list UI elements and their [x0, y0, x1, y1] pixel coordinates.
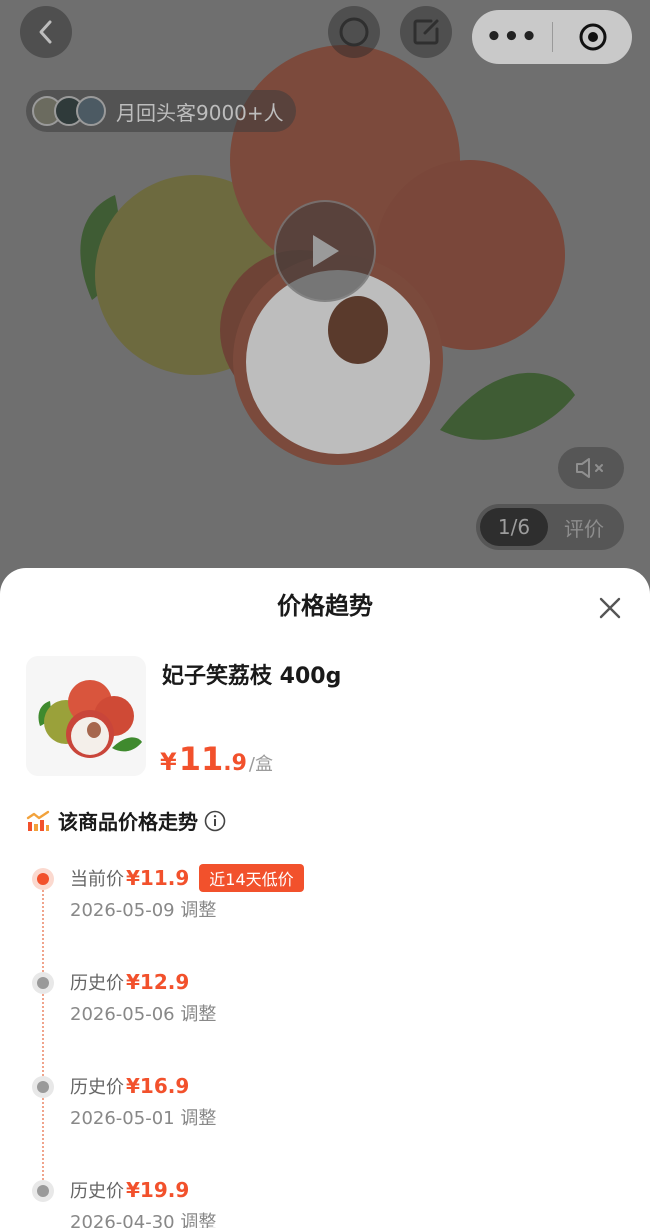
- trend-chart-icon: [26, 810, 50, 831]
- info-icon[interactable]: [204, 810, 226, 832]
- share-button[interactable]: [400, 6, 452, 58]
- price-label: 历史价: [70, 973, 124, 994]
- price-decimal: .9: [223, 751, 247, 776]
- product-price: ¥ 11 .9 /盒: [160, 740, 273, 778]
- timeline-dot: [32, 972, 54, 994]
- more-button[interactable]: •••: [472, 22, 552, 52]
- chevron-left-icon: [39, 20, 52, 44]
- lychee-thumbnail-icon: [38, 680, 142, 758]
- price-label: 当前价: [70, 869, 124, 890]
- price-value: ¥12.9: [126, 970, 190, 994]
- adjust-date: 2026-05-06 调整: [70, 1004, 217, 1025]
- back-button[interactable]: [20, 6, 72, 58]
- low-price-badge: 近14天低价: [199, 864, 304, 892]
- play-icon: [313, 235, 339, 267]
- review-tab[interactable]: 评价: [548, 513, 620, 542]
- timeline-item: 当前价 ¥11.9 近14天低价 2026-05-09 调整: [30, 862, 620, 942]
- target-icon: [579, 23, 606, 51]
- adjust-date: 2026-05-01 调整: [70, 1108, 217, 1129]
- mute-button[interactable]: [558, 447, 624, 489]
- product-media[interactable]: ••• 月回头客9000+人 1/6 评价: [0, 0, 650, 600]
- avatar: [76, 96, 106, 126]
- media-pager: 1/6 评价: [476, 504, 624, 550]
- close-program-button[interactable]: [553, 22, 632, 52]
- search-icon: [339, 17, 369, 47]
- trend-title: 该商品价格走势: [58, 810, 198, 834]
- price-value: ¥19.9: [126, 1178, 190, 1202]
- media-count[interactable]: 1/6: [480, 508, 548, 546]
- avatar-group: [32, 96, 106, 126]
- timeline-item: 历史价 ¥16.9 2026-05-01 调整: [30, 1070, 620, 1150]
- timeline-item: 历史价 ¥12.9 2026-05-06 调整: [30, 966, 620, 1046]
- product-thumbnail: [26, 656, 146, 776]
- repurchase-text: 月回头客9000+人: [116, 100, 284, 125]
- play-video-button[interactable]: [274, 200, 376, 302]
- adjust-date: 2026-05-09 调整: [70, 900, 217, 921]
- repurchase-badge: 月回头客9000+人: [26, 90, 296, 132]
- adjust-date: 2026-04-30 调整: [70, 1212, 217, 1228]
- timeline-dot-current: [32, 868, 54, 890]
- trend-header: 该商品价格走势: [26, 806, 226, 835]
- price-unit: /盒: [248, 754, 273, 775]
- sheet-title: 价格趋势: [277, 592, 373, 620]
- product-name: 妃子笑荔枝 400g: [162, 664, 342, 689]
- mini-program-capsule: •••: [472, 10, 632, 64]
- price-currency: ¥: [160, 748, 177, 776]
- search-button[interactable]: [328, 6, 380, 58]
- price-trend-sheet: 价格趋势 妃子笑荔枝 400g ¥ 11 .9 /盒 该商品价格走势 当前价 ¥…: [0, 568, 650, 1228]
- price-integer: 11: [178, 740, 224, 778]
- price-value: ¥11.9: [126, 866, 190, 890]
- share-icon: [413, 19, 439, 45]
- price-value: ¥16.9: [126, 1074, 190, 1098]
- speaker-muted-icon: [576, 458, 603, 478]
- timeline-dot: [32, 1076, 54, 1098]
- price-label: 历史价: [70, 1077, 124, 1098]
- price-label: 历史价: [70, 1181, 124, 1202]
- close-icon[interactable]: [596, 594, 624, 622]
- timeline-item: 历史价 ¥19.9 2026-04-30 调整: [30, 1174, 620, 1228]
- timeline-dot: [32, 1180, 54, 1202]
